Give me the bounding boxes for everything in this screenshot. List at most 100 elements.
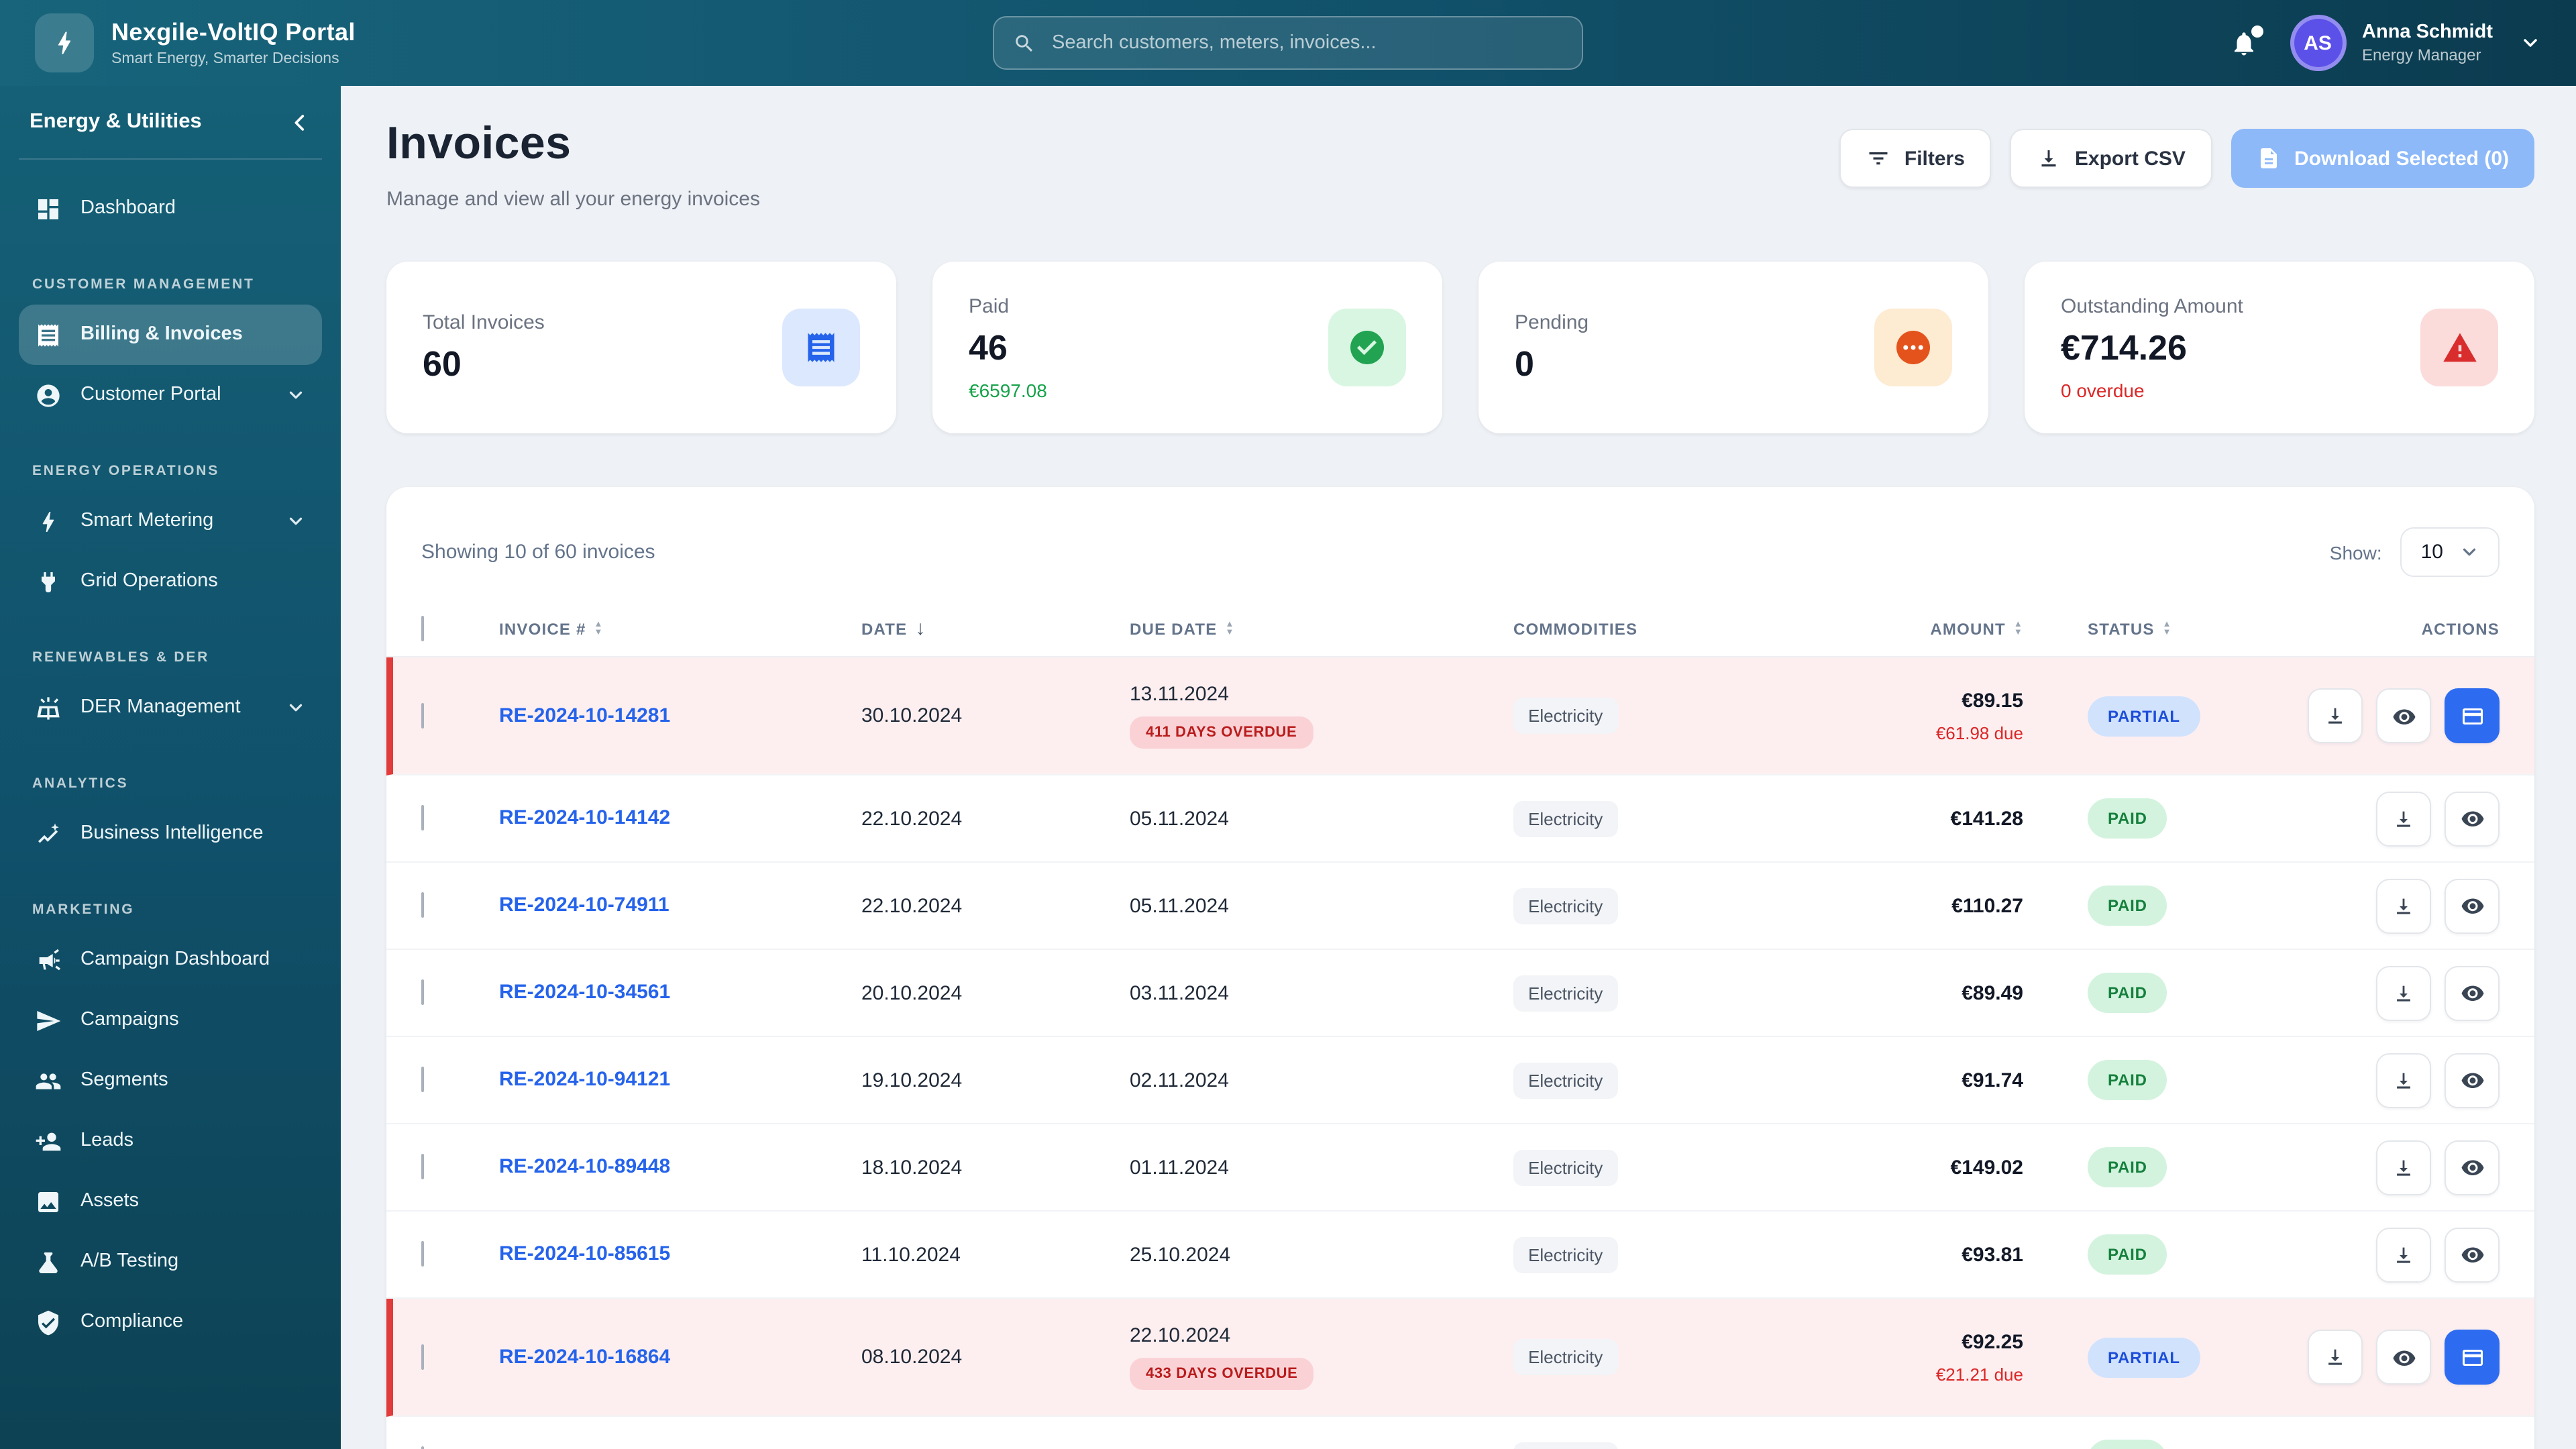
sidebar-item-customer-portal[interactable]: Customer Portal: [19, 365, 322, 425]
receipt-icon: [782, 309, 860, 386]
column-header-due-date[interactable]: DUE DATE ▲ ▼: [1130, 619, 1513, 638]
row-checkbox[interactable]: [421, 1344, 424, 1369]
view-invoice-button[interactable]: [2445, 1227, 2500, 1282]
page-subtitle: Manage and view all your energy invoices: [386, 188, 760, 211]
download-invoice-button[interactable]: [2376, 1053, 2431, 1108]
status-badge: PARTIAL: [2088, 696, 2200, 736]
row-checkbox[interactable]: [421, 892, 424, 918]
notifications-button[interactable]: [2229, 25, 2263, 57]
sidebar-nav: Dashboard CUSTOMER MANAGEMENT Billing & …: [19, 178, 322, 1402]
table-summary: Showing 10 of 60 invoices: [421, 541, 655, 564]
invoice-link[interactable]: RE-2024-10-14142: [499, 806, 670, 829]
invoices-table-card: Showing 10 of 60 invoices Show: 10 INVOI…: [386, 487, 2534, 1449]
row-checkbox[interactable]: [421, 1067, 424, 1092]
view-invoice-button[interactable]: [2445, 965, 2500, 1020]
sidebar-item-grid-operations[interactable]: Grid Operations: [19, 551, 322, 612]
invoice-link[interactable]: RE-2024-10-89448: [499, 1155, 670, 1178]
sidebar-item-leads[interactable]: Leads: [19, 1111, 322, 1171]
sort-icon: ▲ ▼: [2013, 620, 2023, 637]
person-add-icon: [35, 1128, 62, 1155]
download-invoice-button[interactable]: [2376, 1140, 2431, 1195]
column-header-status[interactable]: STATUS ▲ ▼: [2023, 619, 2251, 638]
pending-dots-icon: [1874, 309, 1952, 386]
invoice-link[interactable]: RE-2024-10-74911: [499, 894, 669, 916]
sidebar: Energy & Utilities Dashboard CUSTOMER MA…: [0, 86, 341, 1449]
megaphone-icon: [35, 947, 62, 973]
sidebar-collapse-button[interactable]: [288, 111, 311, 133]
table-header-row: INVOICE # ▲ ▼ DATE ↓ DUE DATE ▲ ▼ COMMODIT…: [386, 601, 2534, 657]
table-row: RE-2024-10-94121 19.10.2024 02.11.2024 E…: [386, 1037, 2534, 1124]
avatar: AS: [2290, 15, 2347, 71]
filters-button[interactable]: Filters: [1839, 129, 1992, 188]
download-selected-button[interactable]: Download Selected (0): [2231, 129, 2534, 188]
sidebar-item-campaign-dashboard[interactable]: Campaign Dashboard: [19, 930, 322, 990]
download-invoice-button[interactable]: [2308, 1330, 2363, 1385]
view-invoice-button[interactable]: [2445, 878, 2500, 933]
topbar: Nexgile-VoltIQ Portal Smart Energy, Smar…: [0, 0, 2576, 86]
sidebar-item-business-intelligence[interactable]: Business Intelligence: [19, 804, 322, 864]
sidebar-item-smart-metering[interactable]: Smart Metering: [19, 491, 322, 551]
download-invoice-button[interactable]: [2376, 965, 2431, 1020]
pay-invoice-button[interactable]: [2445, 1330, 2500, 1385]
view-invoice-button[interactable]: [2445, 791, 2500, 846]
status-badge: PAID: [2088, 885, 2167, 926]
column-header-date[interactable]: DATE ↓: [861, 618, 1130, 638]
pay-invoice-button[interactable]: [2445, 688, 2500, 743]
download-invoice-button[interactable]: [2376, 878, 2431, 933]
sidebar-item-segments[interactable]: Segments: [19, 1051, 322, 1111]
view-invoice-button[interactable]: [2445, 1140, 2500, 1195]
row-checkbox[interactable]: [421, 1154, 424, 1179]
download-invoice-button[interactable]: [2376, 791, 2431, 846]
export-csv-button[interactable]: Export CSV: [2010, 129, 2212, 188]
sidebar-item-billing-invoices[interactable]: Billing & Invoices: [19, 305, 322, 365]
row-checkbox[interactable]: [421, 702, 424, 728]
invoice-link[interactable]: RE-2024-10-34561: [499, 981, 670, 1004]
row-checkbox[interactable]: [421, 1241, 424, 1267]
global-search[interactable]: [993, 16, 1583, 70]
overdue-badge: 433 DAYS OVERDUE: [1130, 1358, 1314, 1390]
stat-label: Outstanding Amount: [2061, 294, 2243, 317]
status-badge: PAID: [2088, 1060, 2167, 1100]
select-all-checkbox[interactable]: [421, 615, 424, 641]
page-size-select[interactable]: 10: [2400, 527, 2500, 577]
chevron-down-icon: [2520, 32, 2541, 54]
sidebar-item-campaigns[interactable]: Campaigns: [19, 990, 322, 1051]
column-header-actions: ACTIONS: [2421, 619, 2500, 638]
download-invoice-button[interactable]: [2308, 688, 2363, 743]
invoice-link[interactable]: RE-2024-10-14281: [499, 704, 670, 727]
stat-label: Pending: [1515, 311, 1589, 333]
column-header-invoice[interactable]: INVOICE # ▲ ▼: [499, 619, 861, 638]
sort-icon: ▲ ▼: [594, 620, 604, 637]
view-invoice-button[interactable]: [2445, 1053, 2500, 1108]
download-invoice-button[interactable]: [2376, 1227, 2431, 1282]
sidebar-item-assets[interactable]: Assets: [19, 1171, 322, 1232]
search-input[interactable]: [1049, 31, 1563, 55]
sidebar-item-dashboard[interactable]: Dashboard: [19, 178, 322, 239]
invoice-link[interactable]: RE-2024-10-85615: [499, 1242, 670, 1265]
view-invoice-button[interactable]: [2376, 688, 2431, 743]
insights-icon: [35, 820, 62, 847]
sidebar-item-der-management[interactable]: DER Management: [19, 678, 322, 738]
check-circle-icon: [1328, 309, 1406, 386]
view-invoice-button[interactable]: [2376, 1330, 2431, 1385]
chevron-down-icon: [286, 698, 306, 718]
row-checkbox[interactable]: [421, 805, 424, 830]
pdf-icon: [2257, 146, 2281, 170]
solar-panel-icon: [35, 694, 62, 721]
user-name: Anna Schmidt: [2362, 21, 2493, 43]
row-checkbox[interactable]: [421, 1446, 424, 1449]
sidebar-item-ab-testing[interactable]: A/B Testing: [19, 1232, 322, 1292]
status-badge: PAID: [2088, 1234, 2167, 1275]
stat-card-total-invoices: Total Invoices 60: [386, 262, 896, 433]
download-icon: [2037, 146, 2061, 170]
stat-card-pending: Pending 0: [1479, 262, 1988, 433]
invoice-link[interactable]: RE-2024-10-16864: [499, 1345, 670, 1368]
row-checkbox[interactable]: [421, 979, 424, 1005]
app-title: Nexgile-VoltIQ Portal: [111, 19, 356, 46]
filter-icon: [1867, 146, 1891, 170]
user-menu[interactable]: AS Anna Schmidt Energy Manager: [2290, 15, 2541, 71]
invoice-link[interactable]: RE-2024-10-94121: [499, 1068, 670, 1091]
column-header-amount[interactable]: AMOUNT ▲ ▼: [1822, 619, 2023, 638]
sidebar-item-compliance[interactable]: Compliance: [19, 1292, 322, 1352]
person-circle-icon: [35, 382, 62, 409]
